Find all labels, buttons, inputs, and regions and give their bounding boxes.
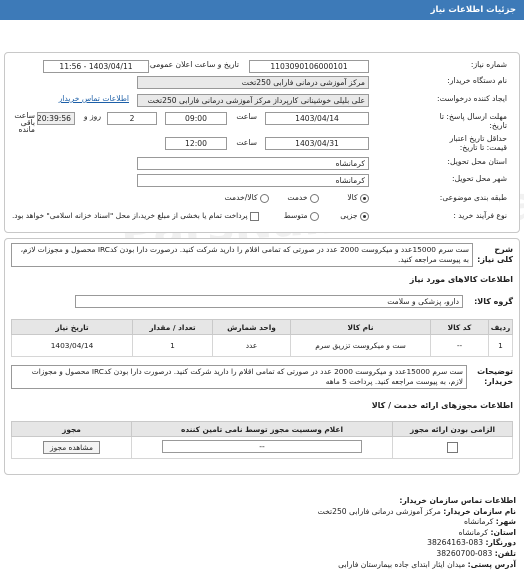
- col-date: تاریخ نیاز: [11, 319, 133, 335]
- validity-label: حداقل تاریخ اعتبار: [449, 134, 507, 143]
- permit-declaration-select[interactable]: --: [162, 440, 362, 453]
- validity-time-field: 12:00: [165, 137, 227, 150]
- org-fax-line: تلفن: 083-38260700: [436, 548, 516, 558]
- radio-icon: [360, 211, 369, 221]
- col-unit: واحد شمارش: [212, 319, 291, 335]
- org-address-line: آدرس پستی: میدان ایثار ابتدای جاده بیمار…: [338, 559, 516, 569]
- permits-section-title: اطلاعات مجوزهای ارائه خدمت / کالا: [371, 401, 513, 410]
- row-unit: عدد: [212, 334, 291, 357]
- process-option-minor[interactable]: جزیی: [340, 211, 369, 221]
- category-option-service[interactable]: خدمت: [287, 193, 319, 203]
- validity-hour-label: ساعت: [236, 138, 257, 147]
- creator-field: علی بلیلی خوشینانی کارپرداز مرکز آموزشی …: [137, 94, 369, 107]
- org-province-line: استان: کرمانشاه: [458, 527, 516, 537]
- permit-declaration-cell: --: [131, 436, 393, 459]
- summary-label: شرح کلی نیاز:: [477, 245, 513, 264]
- remaining-time-field: 20:39:56: [37, 112, 75, 125]
- creator-label: ایجاد کننده درخواست:: [437, 94, 507, 103]
- deadline-label: مهلت ارسال پاسخ: تا: [439, 112, 507, 121]
- province-field: کرمانشاه: [137, 157, 369, 170]
- buyer-contact-link[interactable]: اطلاعات تماس خریدار: [59, 94, 129, 103]
- treasury-payment-option[interactable]: پرداخت تمام یا بخشی از مبلغ خرید،از محل …: [12, 211, 259, 221]
- table-row: -- مشاهده مجوز: [11, 436, 513, 459]
- city-label: شهر محل تحویل:: [452, 174, 507, 183]
- buyer-label: نام دستگاه خریدار:: [447, 76, 507, 85]
- col-permit-declaration: اعلام وسسیت مجوز توسط نامی تامین کننده: [131, 421, 393, 437]
- deadline-time-field: 09:00: [165, 112, 227, 125]
- col-permit: مجوز: [11, 421, 132, 437]
- buyer-field: مرکز آموزشی درمانی فارابی 250تخت: [137, 76, 369, 89]
- page-header: جزئیات اطلاعات نیاز: [0, 0, 524, 20]
- deadline-label-line2: تاریخ:: [489, 121, 507, 130]
- row-index: 1: [488, 334, 513, 357]
- category-option-goods[interactable]: کالا: [347, 193, 369, 203]
- deadline-hour-label: ساعت: [236, 112, 257, 121]
- goods-group-field: دارو، پزشکی و سلامت: [75, 295, 463, 308]
- permit-required-cell: [392, 436, 513, 459]
- col-index: ردیف: [488, 319, 513, 335]
- org-city-line: شهر: کرمانشاه: [463, 517, 516, 527]
- org-name-line: نام سازمان خریدار: مرکز آموزشی درمانی فا…: [317, 506, 516, 516]
- days-remaining-field: 2: [107, 112, 157, 125]
- col-permit-required: الزامی بودن ارائه مجوز: [392, 421, 513, 437]
- buyer-notes-text: ست سرم 15000عدد و میکروست 2000 عدد در صو…: [11, 365, 467, 389]
- row-qty: 1: [132, 334, 213, 357]
- org-phone-line: دورنگار: 083-38264163: [427, 538, 516, 548]
- org-contact-title: اطلاعات تماس سازمان خریدار:: [399, 496, 516, 505]
- category-option-goods-service[interactable]: کالا/خدمت: [225, 193, 269, 203]
- need-number-field: 1103090106000101: [249, 60, 369, 73]
- radio-icon: [360, 193, 369, 203]
- summary-panel: شرح کلی نیاز: ست سرم 15000عدد و میکروست …: [4, 238, 520, 475]
- col-qty: تعداد / مقدار: [132, 319, 213, 335]
- deadline-date-field: 1403/04/14: [265, 112, 369, 125]
- checkbox-icon: [250, 211, 259, 221]
- col-code: کد کالا: [430, 319, 489, 335]
- view-permit-button[interactable]: مشاهده مجوز: [43, 441, 100, 454]
- process-option-medium[interactable]: متوسط: [284, 211, 319, 221]
- validity-label-line2: قیمت: تا تاریخ:: [459, 143, 507, 152]
- row-date: 1403/04/14: [11, 334, 133, 357]
- category-label: طبقه بندی موضوعی:: [439, 193, 507, 202]
- summary-text: ست سرم 15000عدد و میکروست 2000 عدد در صو…: [11, 243, 473, 267]
- row-name: ست و میکروست تزریق سرم: [290, 334, 431, 357]
- radio-icon: [260, 193, 269, 203]
- province-label: استان محل تحویل:: [447, 157, 507, 166]
- row-code: --: [430, 334, 489, 357]
- announce-label: تاریخ و ساعت اعلان عمومی:: [147, 60, 239, 69]
- radio-icon: [310, 193, 319, 203]
- need-details-panel: شماره نیاز: 1103090106000101 تاریخ و ساع…: [4, 52, 520, 233]
- days-label: روز و: [83, 112, 101, 121]
- org-contact: اطلاعات تماس سازمان خریدار: نام سازمان خ…: [318, 496, 516, 570]
- goods-group-label: گروه کالا:: [474, 297, 513, 306]
- remaining-label: ساعت باقی مانده: [14, 111, 35, 134]
- process-label: نوع فرآیند خرید :: [453, 211, 507, 220]
- announce-field: 1403/04/11 - 11:56: [43, 60, 149, 73]
- checkbox-icon[interactable]: [447, 442, 458, 453]
- buyer-notes-label: توضیحات خریدار:: [477, 367, 513, 386]
- col-name: نام کالا: [290, 319, 431, 335]
- city-field: کرمانشاه: [137, 174, 369, 187]
- need-number-label: شماره نیاز:: [470, 60, 507, 69]
- validity-date-field: 1403/04/31: [265, 137, 369, 150]
- page-title: جزئیات اطلاعات نیاز: [430, 5, 516, 15]
- goods-table: ردیف کد کالا نام کالا واحد شمارش تعداد /…: [11, 319, 513, 357]
- table-row: 1 -- ست و میکروست تزریق سرم عدد 1 1403/0…: [11, 334, 513, 357]
- radio-icon: [310, 211, 319, 221]
- permits-table: الزامی بودن ارائه مجوز اعلام وسسیت مجوز …: [11, 421, 513, 459]
- permit-cell: مشاهده مجوز: [11, 436, 132, 459]
- goods-section-title: اطلاعات کالاهای مورد نیاز: [409, 275, 513, 284]
